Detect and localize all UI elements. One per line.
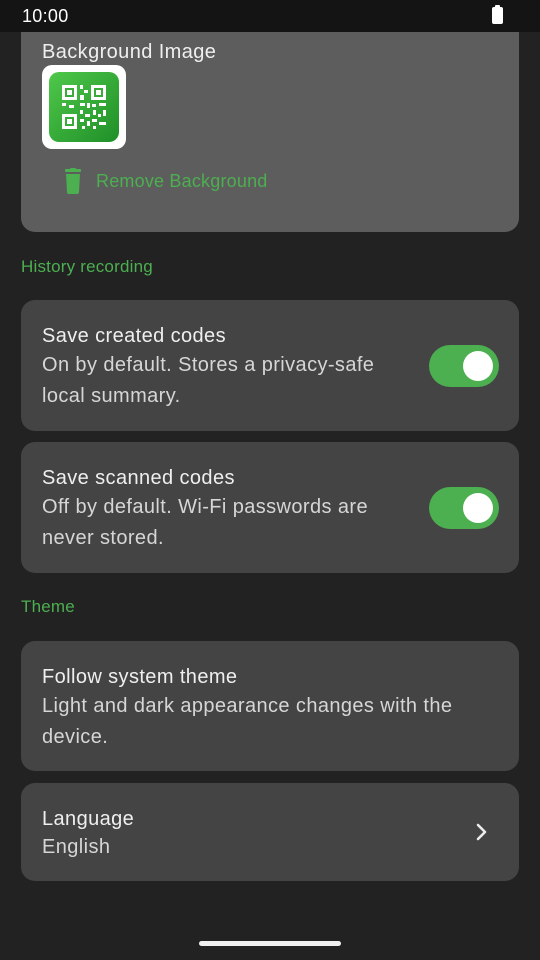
setting-description: Off by default. Wi-Fi passwords are neve… xyxy=(42,492,368,554)
setting-description-line: Light and dark appearance changes with t… xyxy=(42,695,453,717)
toggle-knob xyxy=(463,493,493,523)
background-image-thumbnail[interactable] xyxy=(42,65,126,149)
toggle-knob xyxy=(463,351,493,381)
navigation-handle[interactable] xyxy=(199,941,341,946)
theme-header: Theme xyxy=(21,597,75,616)
setting-description-line: On by default. Stores a privacy-safe xyxy=(42,354,375,376)
trash-icon xyxy=(61,168,85,194)
language-value: English xyxy=(42,836,111,858)
setting-description-line: local summary. xyxy=(42,385,181,407)
setting-title: Save created codes xyxy=(42,325,226,347)
status-bar: 10:00 xyxy=(0,0,540,32)
setting-description-line: device. xyxy=(42,726,109,748)
setting-title: Follow system theme xyxy=(42,666,238,688)
language-title: Language xyxy=(42,808,135,830)
remove-background-label: Remove Background xyxy=(96,170,268,191)
qr-code-icon xyxy=(49,72,119,142)
setting-description-line: Off by default. Wi-Fi passwords are xyxy=(42,496,368,518)
setting-description: Light and dark appearance changes with t… xyxy=(42,691,452,753)
setting-description: On by default. Stores a privacy-safe loc… xyxy=(42,350,374,412)
setting-title: Save scanned codes xyxy=(42,467,235,489)
remove-background-button[interactable]: Remove Background xyxy=(61,168,268,194)
background-image-card: Background Image Remove Background xyxy=(21,32,519,232)
follow-system-theme-setting[interactable]: Follow system theme Light and dark appea… xyxy=(21,641,519,771)
setting-description-line: never stored. xyxy=(42,527,164,549)
save-scanned-codes-setting[interactable]: Save scanned codes Off by default. Wi-Fi… xyxy=(21,442,519,573)
history-recording-header: History recording xyxy=(21,257,153,276)
status-time: 10:00 xyxy=(22,6,69,26)
background-image-title: Background Image xyxy=(42,41,217,63)
save-created-codes-setting[interactable]: Save created codes On by default. Stores… xyxy=(21,300,519,431)
save-created-codes-toggle[interactable] xyxy=(429,345,499,387)
battery-full-icon xyxy=(492,5,503,24)
save-scanned-codes-toggle[interactable] xyxy=(429,487,499,529)
language-setting[interactable]: Language English xyxy=(21,783,519,881)
chevron-right-icon xyxy=(474,822,490,842)
